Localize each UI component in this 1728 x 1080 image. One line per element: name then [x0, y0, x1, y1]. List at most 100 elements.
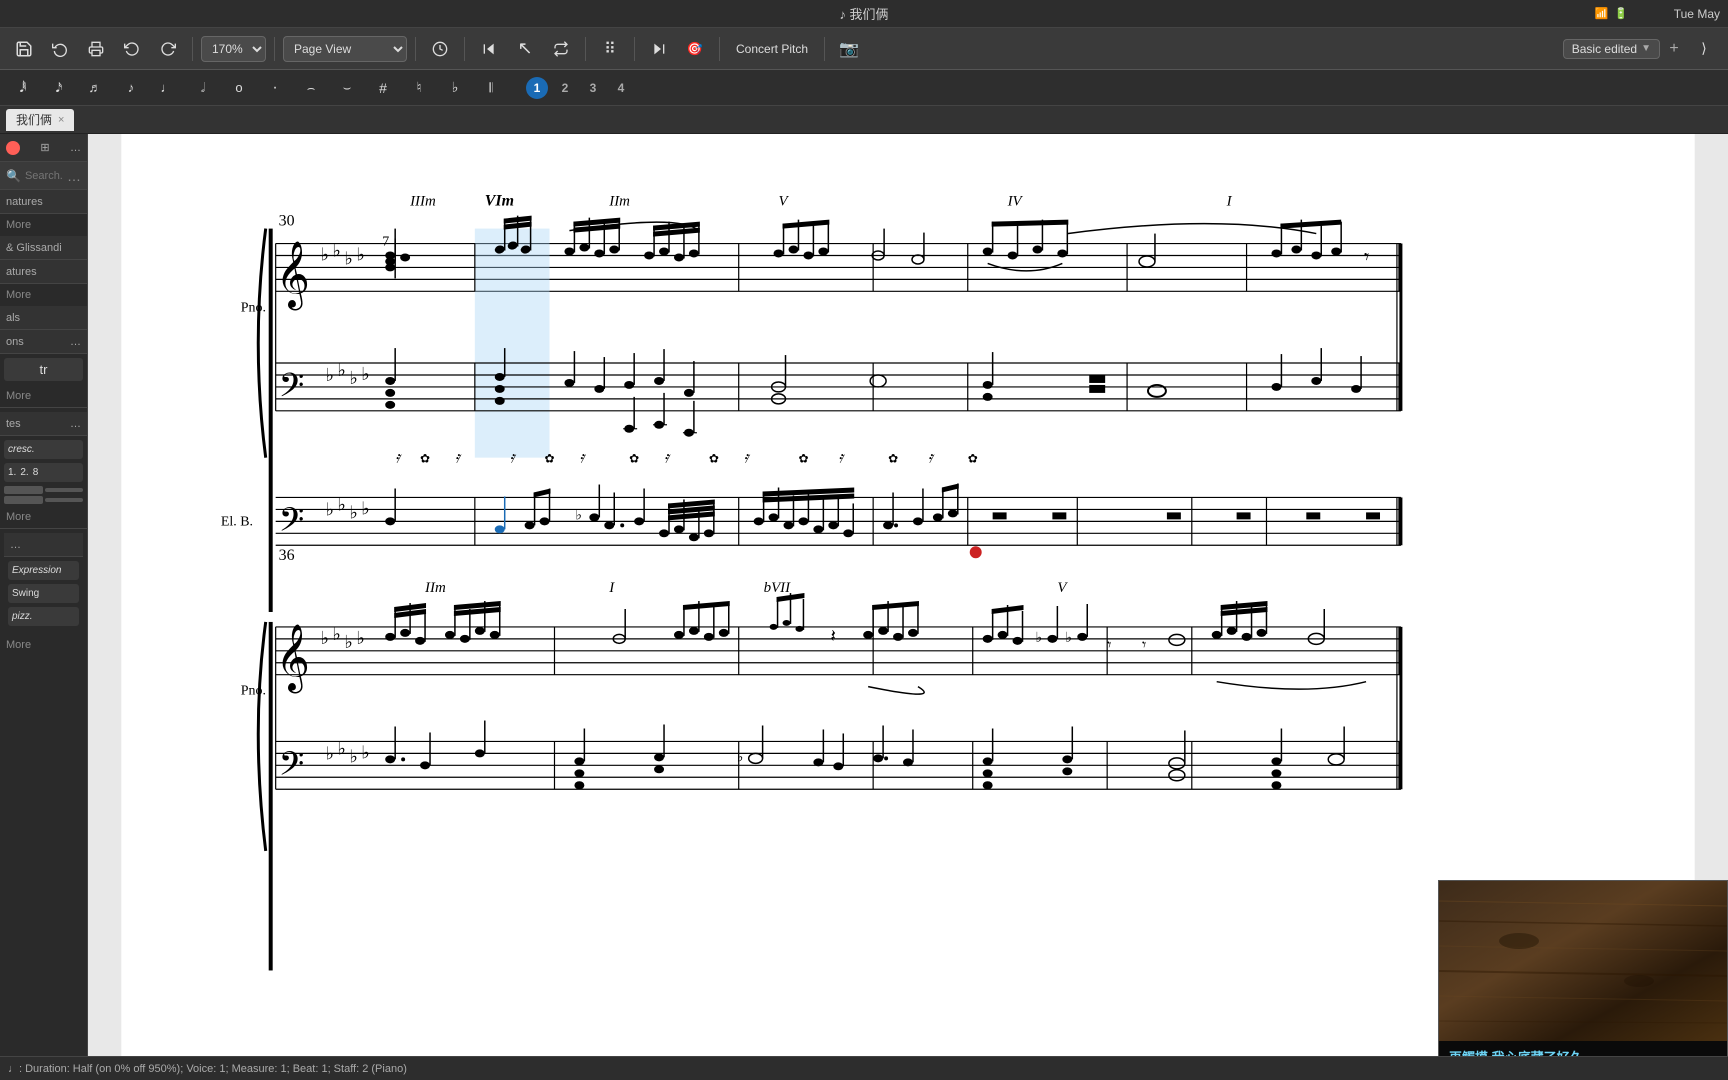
score-area: 30 36 IIIm VIm IIm V IV I 𝄞 ♭: [88, 134, 1728, 1080]
svg-text:✿: ✿: [888, 452, 898, 466]
more-natures-button[interactable]: More: [0, 214, 87, 236]
volta-1-card[interactable]: 1. 2. 8: [4, 463, 83, 482]
sep-1: [192, 37, 193, 61]
svg-text:VIm: VIm: [485, 193, 514, 210]
status-text: ♩: Duration: Half (on 0% off 950%); Voic…: [8, 1063, 407, 1075]
ellipsis-icon: …: [67, 168, 81, 184]
slur2-button[interactable]: 𝄃: [476, 74, 506, 102]
note-64th-button[interactable]: 𝅘𝅥𝅱: [8, 74, 38, 102]
zoom-select[interactable]: 170% 100% 150% 200%: [201, 36, 266, 62]
note-tie-button[interactable]: ⌢: [296, 74, 326, 102]
print-button[interactable]: [80, 35, 112, 63]
section-tools: als: [0, 306, 87, 330]
svg-text:𝄢: 𝄢: [279, 502, 305, 546]
panel-expand-icon: ⊞: [40, 141, 49, 154]
cresc-card[interactable]: cresc.: [4, 440, 83, 459]
undo-button[interactable]: [116, 35, 148, 63]
more-expressions-button[interactable]: More: [0, 506, 87, 528]
note-dot-button[interactable]: ·: [260, 74, 290, 102]
natural-button[interactable]: ♮: [404, 74, 434, 102]
video-overlay: 再觸摸 我心底藏了好久 那最柔軟的: [1438, 880, 1728, 1080]
svg-text:♭: ♭: [356, 628, 364, 648]
svg-text:♭: ♭: [1065, 631, 1072, 646]
note-32nd-button[interactable]: 𝅘𝅥𝅯: [44, 74, 74, 102]
rewind-button[interactable]: [473, 35, 505, 63]
voice-4-button[interactable]: 4: [610, 77, 632, 99]
svg-text:♭: ♭: [575, 508, 582, 523]
loop-button[interactable]: [545, 35, 577, 63]
window-title: ♪ 我们俩: [839, 4, 888, 23]
status-bar: ♩: Duration: Half (on 0% off 950%); Voic…: [0, 1056, 1728, 1080]
note-16th-button[interactable]: ♬: [80, 74, 110, 102]
more-misc-button[interactable]: More: [0, 385, 87, 407]
svg-text:36: 36: [279, 547, 295, 564]
voice-1-button[interactable]: 1: [526, 77, 548, 99]
tempo-section: … Expression Swing pizz.: [0, 528, 87, 634]
svg-text:♭: ♭: [320, 628, 328, 648]
svg-text:♭: ♭: [737, 750, 744, 765]
tab-label: 我们俩: [16, 111, 52, 128]
pizz-card[interactable]: pizz.: [8, 607, 79, 626]
svg-text:30: 30: [279, 213, 295, 230]
svg-text:✿: ✿: [545, 452, 555, 466]
svg-text:♭: ♭: [337, 360, 345, 380]
section-features: atures: [0, 260, 87, 284]
view-select[interactable]: Page View Continuous View: [283, 36, 407, 62]
sharp-button[interactable]: #: [368, 74, 398, 102]
trill-card[interactable]: tr: [4, 358, 83, 381]
line-cards: [4, 486, 83, 494]
svg-text:♭: ♭: [337, 494, 345, 514]
voice-2-button[interactable]: 2: [554, 77, 576, 99]
note-half-button[interactable]: 𝅗𝅥: [188, 74, 218, 102]
sep-3: [415, 37, 416, 61]
section-glissandi: & Glissandi: [0, 236, 87, 260]
refresh2-button[interactable]: [424, 35, 456, 63]
section-tempo: …: [4, 533, 83, 557]
refresh-button[interactable]: [44, 35, 76, 63]
search-icon: 🔍: [6, 169, 21, 183]
misc-ellipsis[interactable]: …: [70, 336, 81, 348]
more-tempo-button[interactable]: More: [0, 634, 87, 656]
svg-text:𝄞: 𝄞: [276, 241, 310, 310]
fast-forward-button[interactable]: [643, 35, 675, 63]
svg-text:𝄽: 𝄽: [830, 626, 835, 646]
svg-text:✿: ✿: [629, 452, 639, 466]
left-panel: ⊞ … 🔍 … natures More & Glissandi atures …: [0, 134, 88, 1080]
tab-close-button[interactable]: ×: [58, 114, 64, 126]
mixer-button[interactable]: ⠿: [594, 35, 626, 63]
note-8th-button[interactable]: ♪: [116, 74, 146, 102]
save-button[interactable]: [8, 35, 40, 63]
panel-toggle-button[interactable]: ⟩: [1688, 35, 1720, 63]
search-input[interactable]: [25, 170, 63, 182]
note-whole-button[interactable]: o: [224, 74, 254, 102]
score-tab[interactable]: 我们俩 ×: [6, 109, 74, 131]
svg-text:I: I: [608, 580, 615, 596]
svg-text:𝄞: 𝄞: [276, 625, 310, 694]
sep-4: [464, 37, 465, 61]
status-badge[interactable]: Basic edited ▼: [1563, 39, 1660, 59]
svg-text:𝄾: 𝄾: [1364, 246, 1369, 268]
camera-button[interactable]: 📷: [833, 35, 865, 63]
redo-button[interactable]: [152, 35, 184, 63]
add-tab-button[interactable]: +: [1664, 39, 1684, 59]
svg-text:✿: ✿: [798, 452, 808, 466]
expression-card[interactable]: Expression: [8, 561, 79, 580]
svg-text:IV: IV: [1007, 194, 1024, 210]
flat-button[interactable]: ♭: [440, 74, 470, 102]
svg-text:bVII: bVII: [764, 580, 792, 596]
cursor-button[interactable]: ↖: [509, 35, 541, 63]
svg-text:♭: ♭: [361, 498, 369, 518]
more-features-button[interactable]: More: [0, 284, 87, 306]
note-slur-button[interactable]: ⌣: [332, 74, 362, 102]
panel-close-button[interactable]: [6, 141, 20, 155]
svg-text:♭: ♭: [361, 364, 369, 384]
section-natures: natures: [0, 190, 87, 214]
note-quarter-button[interactable]: ♩: [152, 74, 182, 102]
sep-5: [585, 37, 586, 61]
swing-card[interactable]: Swing: [8, 584, 79, 603]
panel-expressions-section: tes … cresc. 1. 2. 8: [0, 407, 87, 506]
system-time: Tue May: [1674, 7, 1720, 21]
playback-button[interactable]: 🎯: [679, 35, 711, 63]
voice-3-button[interactable]: 3: [582, 77, 604, 99]
expr-ellipsis[interactable]: …: [70, 418, 81, 430]
